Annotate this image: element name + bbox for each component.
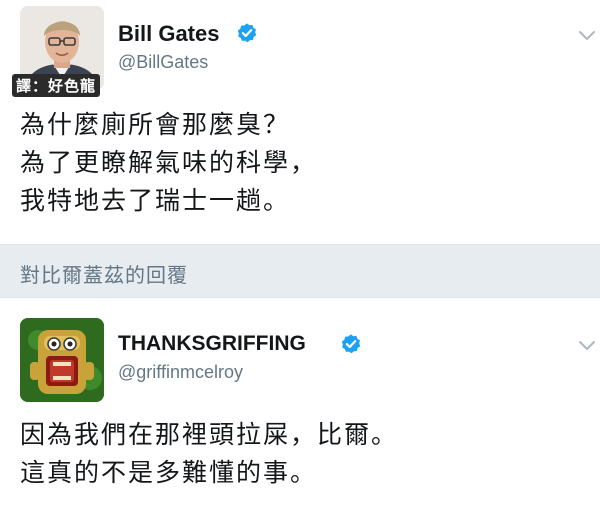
tweet-line: 因為我們在那裡頭拉屎，比爾。 [20, 420, 399, 449]
avatar-griffin[interactable] [20, 318, 104, 402]
tweet-billgates[interactable]: 譯：好色龍 Bill Gates @BillGates 為什麼廁所會那麼臭？ 為… [0, 0, 600, 244]
reply-context-bar[interactable]: 對比爾蓋茲的回覆 [0, 244, 600, 298]
tweet-line: 我特地去了瑞士一趟。 [20, 186, 291, 215]
translator-credit: 譯：好色龍 [12, 74, 101, 97]
verified-badge-icon [341, 334, 361, 354]
reply-context-label: 對比爾蓋茲的回覆 [20, 263, 188, 287]
verified-badge-icon [237, 23, 257, 43]
chevron-down-icon[interactable] [578, 340, 596, 352]
tweet-griffin[interactable]: THANKSGRIFFING @griffinmcelroy 因為我們在那裡頭拉… [0, 298, 600, 516]
display-name[interactable]: Bill Gates [118, 21, 219, 47]
user-handle[interactable]: @BillGates [118, 52, 208, 73]
tweet-line: 這真的不是多難懂的事。 [20, 458, 318, 487]
user-handle[interactable]: @griffinmcelroy [118, 362, 243, 383]
tweet-text: 因為我們在那裡頭拉屎，比爾。 這真的不是多難懂的事。 [20, 416, 398, 492]
tweet-line: 為了更瞭解氣味的科學， [20, 148, 318, 177]
display-name[interactable]: THANKSGRIFFING [118, 332, 306, 356]
tweet-text: 為什麼廁所會那麼臭？ 為了更瞭解氣味的科學， 我特地去了瑞士一趟。 [20, 106, 317, 220]
chevron-down-icon[interactable] [578, 30, 596, 42]
tweet-line: 為什麼廁所會那麼臭？ [20, 110, 291, 139]
